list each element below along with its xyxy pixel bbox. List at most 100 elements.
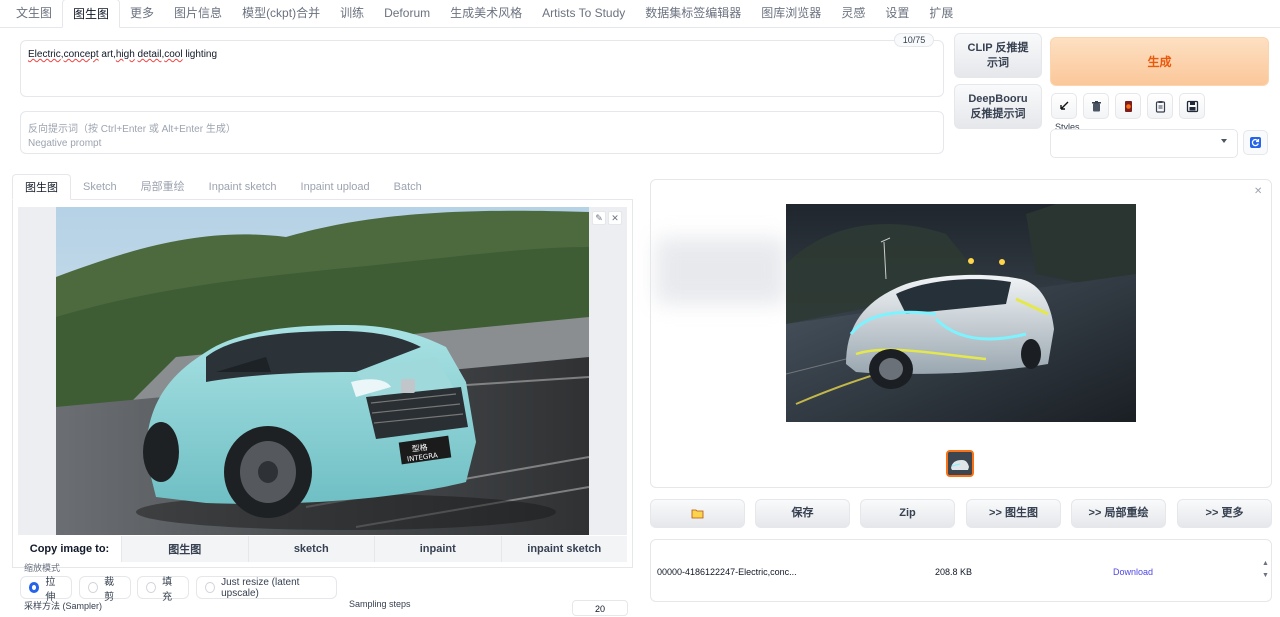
file-name: 00000-4186122247-Electric,conc... (657, 567, 797, 577)
prompt-word: detail (137, 49, 162, 60)
tab-extras[interactable]: 更多 (120, 0, 164, 27)
prompt-word: high (115, 49, 135, 60)
chevron-down-icon (1221, 139, 1227, 143)
prompt-word: cool (164, 49, 183, 60)
styles-dropdown[interactable] (1050, 129, 1238, 158)
sampling-steps-label: Sampling steps (349, 599, 411, 609)
radio-label: 填充 (162, 576, 173, 603)
folder-icon (691, 509, 704, 519)
radio-label: 裁剪 (104, 576, 115, 603)
subtab-sketch[interactable]: Sketch (71, 174, 129, 199)
refresh-styles-button[interactable] (1243, 130, 1268, 155)
deepbooru-label-1: DeepBooru (968, 92, 1028, 105)
tab-png-info[interactable]: 图片信息 (164, 0, 232, 27)
subtab-img2img[interactable]: 图生图 (12, 174, 71, 200)
tab-checkpoint-merger[interactable]: 模型(ckpt)合并 (232, 0, 330, 27)
tab-style-generator[interactable]: 生成美术风格 (440, 0, 532, 27)
prompt-word: lighting (182, 49, 218, 60)
deepbooru-interrogate-button[interactable]: DeepBooru 反推提示词 (954, 84, 1042, 129)
prompt-word: concept (63, 49, 99, 60)
clip-label-2: 示词 (987, 56, 1009, 69)
radio-label: Just resize (latent upscale) (221, 576, 300, 599)
resize-option-crop[interactable]: 裁剪 (79, 576, 131, 603)
close-icon[interactable]: ✕ (1254, 186, 1262, 197)
token-counter: 10/75 (894, 33, 934, 47)
clipboard-icon (1155, 100, 1165, 113)
clip-interrogate-button[interactable]: CLIP 反推提 示词 (954, 33, 1042, 78)
arrow-icon (1060, 101, 1069, 110)
file-size: 208.8 KB (935, 567, 973, 577)
extra-networks-button[interactable] (1115, 93, 1141, 119)
scroll-down-icon[interactable]: ▼ (1262, 572, 1269, 579)
copy-to-sketch-button[interactable]: sketch (247, 536, 374, 562)
tab-inspiration[interactable]: 灵感 (831, 0, 875, 27)
save-style-button[interactable] (1179, 93, 1205, 119)
resize-option-stretch[interactable]: 拉伸 (20, 576, 72, 603)
radio-dot (205, 582, 216, 593)
tab-image-browser[interactable]: 图库浏览器 (751, 0, 831, 27)
tab-txt2img[interactable]: 文生图 (6, 0, 62, 27)
negative-prompt-input[interactable]: 反向提示词（按 Ctrl+Enter 或 Alt+Enter 生成） Negat… (20, 111, 944, 154)
clip-label-1: CLIP 反推提 (967, 41, 1029, 54)
prompt-text: Electric,concept art,high detail,cool li… (28, 49, 936, 60)
download-link[interactable]: Download (1113, 567, 1153, 577)
send-to-img2img-button[interactable]: >> 图生图 (966, 499, 1061, 528)
copy-to-inpaint-sketch-button[interactable]: inpaint sketch (500, 536, 627, 562)
refresh-icon (1250, 137, 1261, 148)
scroll-up-icon[interactable]: ▲ (1262, 560, 1269, 567)
img2img-subtabs: 图生图 Sketch 局部重绘 Inpaint sketch Inpaint u… (12, 174, 633, 200)
subtab-inpaint-upload[interactable]: Inpaint upload (289, 174, 382, 199)
zip-button[interactable]: Zip (860, 499, 955, 528)
radio-dot (88, 582, 99, 593)
apply-style-button[interactable] (1147, 93, 1173, 119)
output-thumbnail[interactable] (946, 450, 974, 477)
pencil-icon: ✎ (595, 212, 603, 223)
negative-prompt-label: 反向提示词（按 Ctrl+Enter 或 Alt+Enter 生成） (28, 124, 236, 135)
input-image: 型格 INTEGRA (56, 207, 589, 535)
clear-image-button[interactable]: ✕ (608, 211, 622, 225)
generate-button[interactable]: 生成 (1050, 37, 1269, 86)
deepbooru-label-2: 反推提示词 (970, 107, 1026, 120)
copy-image-label: Copy image to: (29, 543, 110, 555)
copy-to-img2img-button[interactable]: 图生图 (121, 536, 248, 562)
thumbnail-image (948, 452, 972, 475)
edit-image-button[interactable]: ✎ (592, 211, 606, 225)
resize-option-latent[interactable]: Just resize (latent upscale) (196, 576, 337, 599)
card-icon (1124, 100, 1132, 112)
output-image[interactable] (786, 204, 1136, 422)
trash-icon (1091, 100, 1101, 111)
clear-prompt-button[interactable] (1083, 93, 1109, 119)
tab-artists[interactable]: Artists To Study (532, 0, 635, 27)
open-folder-button[interactable] (650, 499, 745, 528)
radio-label: 拉伸 (45, 576, 56, 603)
blurred-overlay (656, 238, 786, 304)
read-params-button[interactable] (1051, 93, 1077, 119)
tab-extensions[interactable]: 扩展 (919, 0, 963, 27)
save-button[interactable]: 保存 (755, 499, 850, 528)
top-nav: 文生图 图生图 更多 图片信息 模型(ckpt)合并 训练 Deforum 生成… (0, 0, 1280, 28)
send-to-inpaint-button[interactable]: >> 局部重绘 (1071, 499, 1166, 528)
negative-prompt-placeholder: Negative prompt (28, 138, 102, 149)
tab-deforum[interactable]: Deforum (374, 0, 440, 27)
sampler-label: 采样方法 (Sampler) (24, 601, 103, 611)
tab-img2img[interactable]: 图生图 (62, 0, 121, 28)
send-to-extras-button[interactable]: >> 更多 (1177, 499, 1272, 528)
sampling-steps-input[interactable]: 20 (572, 600, 628, 616)
copy-to-inpaint-button[interactable]: inpaint (374, 536, 501, 562)
resize-option-fill[interactable]: 填充 (137, 576, 189, 603)
save-icon (1186, 100, 1198, 112)
subtab-inpaint-sketch[interactable]: Inpaint sketch (197, 174, 289, 199)
prompt-word: Electric (28, 49, 61, 60)
radio-dot (146, 582, 157, 593)
prompt-sep: art, (98, 49, 116, 60)
close-icon: ✕ (611, 212, 619, 223)
subtab-inpaint[interactable]: 局部重绘 (129, 174, 197, 199)
subtab-batch[interactable]: Batch (382, 174, 434, 199)
tab-settings[interactable]: 设置 (875, 0, 919, 27)
copy-image-bar: Copy image to: 图生图 sketch inpaint inpain… (18, 536, 627, 562)
radio-dot (29, 582, 40, 593)
download-file-row: 00000-4186122247-Electric,conc... 208.8 … (650, 539, 1272, 602)
tab-dataset-tag-editor[interactable]: 数据集标签编辑器 (635, 0, 751, 27)
tab-train[interactable]: 训练 (330, 0, 374, 27)
prompt-input[interactable]: Electric,concept art,high detail,cool li… (20, 40, 944, 97)
